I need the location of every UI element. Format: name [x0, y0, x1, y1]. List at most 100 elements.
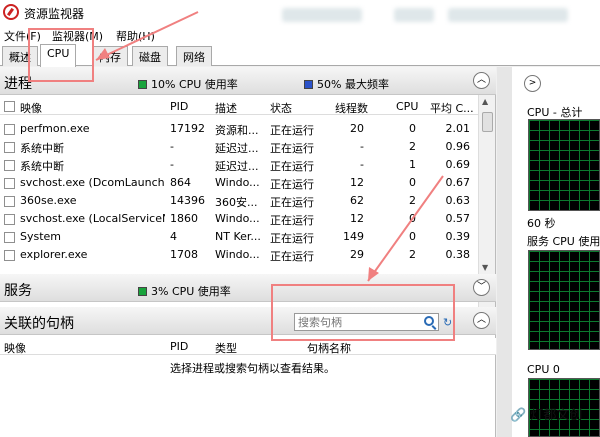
- row-description: 360安...: [215, 196, 258, 209]
- seconds-label: 60 秒: [527, 217, 556, 230]
- scroll-down-icon[interactable]: ▼: [482, 263, 488, 272]
- processes-header[interactable]: 进程 10% CPU 使用率 50% 最大频率 ︿: [0, 67, 496, 95]
- services-title: 服务: [4, 283, 32, 299]
- row-checkbox[interactable]: [4, 196, 15, 207]
- row-threads: 12: [350, 176, 364, 189]
- row-checkbox[interactable]: [4, 178, 15, 189]
- process-row[interactable]: System 4 NT Ker... 正在运行 149 0 0.39: [0, 228, 478, 246]
- col-cpu[interactable]: CPU: [396, 100, 418, 113]
- col-pid[interactable]: PID: [170, 100, 188, 113]
- process-row[interactable]: perfmon.exe 17192 资源和... 正在运行 20 0 2.01: [0, 120, 478, 138]
- row-pid: 17192: [170, 122, 205, 135]
- row-threads: 149: [343, 230, 364, 243]
- row-checkbox[interactable]: [4, 232, 15, 243]
- row-threads: 29: [350, 248, 364, 261]
- row-pid: 4: [170, 230, 177, 243]
- row-threads: -: [360, 158, 364, 171]
- handles-empty-message: 选择进程或搜索句柄以查看结果。: [170, 362, 335, 375]
- services-header[interactable]: 服务 3% CPU 使用率 ﹀: [0, 274, 496, 302]
- menu-help[interactable]: 帮助(H): [116, 28, 155, 44]
- tab-memory[interactable]: 内存: [92, 46, 128, 66]
- tab-overview[interactable]: 概述: [2, 46, 38, 66]
- row-checkbox[interactable]: [4, 214, 15, 225]
- pane-splitter[interactable]: [497, 67, 512, 437]
- refresh-icon[interactable]: ↻: [443, 316, 452, 329]
- cpu0-label: CPU 0: [527, 363, 560, 376]
- row-status: 正在运行: [270, 232, 314, 245]
- process-row[interactable]: svchost.exe (DcomLaunch) 864 Windo... 正在…: [0, 174, 478, 192]
- blurred-region: [394, 8, 434, 22]
- row-status: 正在运行: [270, 214, 314, 227]
- processes-column-header: 映像 PID 描述 状态 线程数 CPU 平均 C...: [0, 98, 478, 115]
- process-row[interactable]: explorer.exe 1708 Windo... 正在运行 29 2 0.3…: [0, 246, 478, 264]
- handles-header[interactable]: 关联的句柄 ↻ ︿: [0, 307, 496, 335]
- row-description: 延迟过...: [215, 160, 259, 173]
- col-avg-cpu[interactable]: 平均 C...: [430, 100, 474, 116]
- row-pid: -: [170, 140, 174, 153]
- search-icon[interactable]: [424, 316, 434, 326]
- process-row[interactable]: 系统中断 - 延迟过... 正在运行 - 2 0.96: [0, 138, 478, 156]
- col-image[interactable]: 映像: [20, 100, 42, 116]
- services-cpu-text: 3% CPU 使用率: [151, 285, 231, 298]
- handles-col-name[interactable]: 句柄名称: [307, 340, 351, 356]
- max-frequency-stat: 50% 最大频率: [304, 76, 389, 92]
- tab-cpu[interactable]: CPU: [40, 44, 77, 67]
- handle-search-input[interactable]: [295, 314, 413, 330]
- row-threads: 62: [350, 194, 364, 207]
- row-threads: -: [360, 140, 364, 153]
- row-avg-cpu: 0.67: [445, 176, 471, 189]
- handles-col-type[interactable]: 类型: [215, 340, 237, 356]
- row-avg-cpu: 0.38: [445, 248, 471, 261]
- row-description: 资源和...: [215, 124, 259, 137]
- row-avg-cpu: 0.63: [445, 194, 471, 207]
- tab-network[interactable]: 网络: [176, 46, 212, 66]
- row-checkbox[interactable]: [4, 250, 15, 261]
- row-status: 正在运行: [270, 124, 314, 137]
- process-row[interactable]: svchost.exe (LocalServiceN... 1860 Windo…: [0, 210, 478, 228]
- processes-collapse-icon[interactable]: ︿: [473, 72, 490, 89]
- handles-col-image[interactable]: 映像: [4, 340, 26, 356]
- handles-title: 关联的句柄: [4, 316, 74, 332]
- tab-disk[interactable]: 磁盘: [132, 46, 168, 66]
- row-image: 360se.exe: [20, 194, 77, 207]
- window-title: 资源监视器: [24, 7, 85, 21]
- menu-file[interactable]: 文件(F): [4, 28, 41, 44]
- cpu-usage-text: 10% CPU 使用率: [151, 78, 238, 91]
- row-image: 系统中断: [20, 160, 64, 173]
- col-threads[interactable]: 线程数: [334, 100, 368, 116]
- process-row[interactable]: 360se.exe 14396 360安... 正在运行 62 2 0.63: [0, 192, 478, 210]
- row-cpu: 2: [409, 140, 416, 153]
- handle-search-box[interactable]: [294, 313, 439, 331]
- blurred-region: [282, 8, 362, 22]
- row-checkbox[interactable]: [4, 124, 15, 135]
- row-avg-cpu: 0.69: [445, 158, 471, 171]
- col-description[interactable]: 描述: [215, 100, 237, 116]
- row-avg-cpu: 0.39: [445, 230, 471, 243]
- col-status[interactable]: 状态: [270, 100, 292, 116]
- row-image: perfmon.exe: [20, 122, 90, 135]
- cpu-usage-swatch: [138, 80, 147, 89]
- row-description: Windo...: [215, 248, 260, 261]
- row-avg-cpu: 0.57: [445, 212, 471, 225]
- row-avg-cpu: 2.01: [445, 122, 471, 135]
- handles-collapse-icon[interactable]: ︿: [473, 312, 490, 329]
- row-cpu: 0: [409, 176, 416, 189]
- scrollbar-thumb[interactable]: [482, 112, 493, 132]
- row-checkbox[interactable]: [4, 142, 15, 153]
- handles-col-pid[interactable]: PID: [170, 340, 188, 353]
- row-checkbox[interactable]: [4, 160, 15, 171]
- scroll-up-icon[interactable]: ▲: [482, 97, 488, 106]
- services-expand-icon[interactable]: ﹀: [473, 279, 490, 296]
- row-image: 系统中断: [20, 142, 64, 155]
- cpu-total-graph: [528, 119, 600, 211]
- row-description: Windo...: [215, 176, 260, 189]
- row-image: svchost.exe (DcomLaunch): [20, 176, 165, 189]
- row-cpu: 0: [409, 230, 416, 243]
- row-status: 正在运行: [270, 250, 314, 263]
- row-pid: 864: [170, 176, 191, 189]
- row-cpu: 0: [409, 122, 416, 135]
- menu-monitor[interactable]: 监视器(M): [52, 28, 103, 44]
- expand-graphs-icon[interactable]: >: [524, 75, 541, 92]
- process-row[interactable]: 系统中断 - 延迟过... 正在运行 - 1 0.69: [0, 156, 478, 174]
- select-all-checkbox[interactable]: [4, 101, 15, 112]
